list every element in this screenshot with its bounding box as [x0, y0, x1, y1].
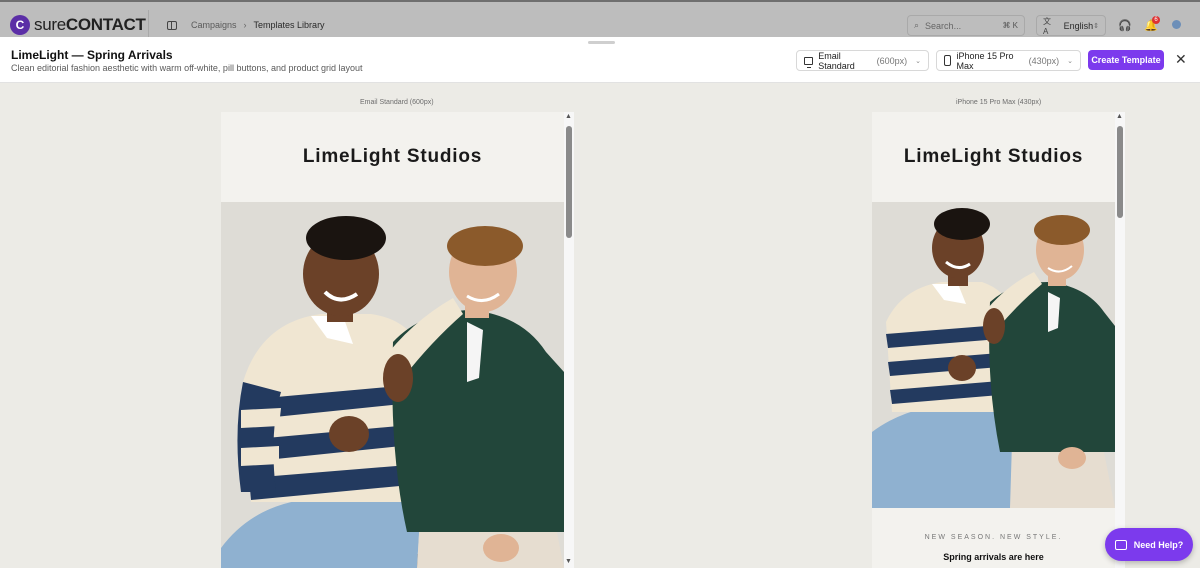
chevron-down-icon: ⌄ — [915, 57, 921, 65]
language-label: English — [1063, 20, 1094, 31]
divider — [148, 10, 149, 37]
email-width-select[interactable]: Email Standard (600px) ⌄ — [796, 50, 929, 71]
search-placeholder: Search... — [925, 20, 962, 31]
chat-icon — [1114, 539, 1127, 550]
email-brand-header: LimeLight Studios — [872, 112, 1115, 202]
search-input[interactable]: ⌕ Search... ⌘ K — [907, 15, 1025, 36]
template-title: LimeLight — Spring Arrivals — [11, 48, 173, 62]
scroll-down-icon[interactable]: ▼ — [565, 558, 572, 565]
breadcrumb-templates-library[interactable]: Templates Library — [254, 20, 325, 30]
brand-name: LimeLight Studios — [903, 146, 1084, 167]
breadcrumb-campaigns[interactable]: Campaigns — [191, 20, 237, 30]
email-brand-header: LimeLight Studios — [221, 112, 564, 202]
desktop-preview-label: Email Standard (600px) — [360, 99, 434, 106]
mobile-preview-label: iPhone 15 Pro Max (430px) — [956, 99, 1042, 106]
logo-mark-icon: C — [10, 15, 30, 35]
notification-badge: 6 — [1152, 16, 1160, 24]
brand-name: LimeLight Studios — [302, 146, 483, 167]
close-icon[interactable]: ✕ — [1175, 51, 1187, 68]
template-description: Clean editorial fashion aesthetic with w… — [11, 63, 363, 73]
hero-text-block: NEW SEASON. NEW STYLE. Spring arrivals a… — [872, 508, 1115, 568]
language-select[interactable]: 文A English ⇕ — [1036, 15, 1106, 36]
create-template-button[interactable]: Create Template — [1088, 50, 1164, 70]
app-logo[interactable]: C sureCONTACT — [10, 15, 146, 35]
scroll-up-icon[interactable]: ▲ — [1116, 113, 1123, 120]
scroll-thumb[interactable] — [1117, 126, 1123, 218]
logo-text: sureCONTACT — [34, 15, 146, 34]
sidebar-toggle-icon[interactable] — [167, 20, 177, 30]
desktop-scrollbar[interactable]: ▲ ▼ — [564, 112, 574, 568]
drag-handle[interactable] — [588, 41, 615, 44]
email-width-label: Email Standard — [818, 50, 855, 71]
scroll-thumb[interactable] — [566, 126, 572, 238]
template-preview-header: LimeLight — Spring Arrivals Clean editor… — [0, 37, 1200, 83]
need-help-button[interactable]: Need Help? — [1105, 528, 1193, 561]
hero-headline: Spring arrivals are here — [943, 552, 1044, 562]
device-select[interactable]: iPhone 15 Pro Max (430px) ⌄ — [936, 50, 1081, 71]
search-shortcut: ⌘ K — [1002, 21, 1018, 30]
breadcrumb-separator: › — [243, 20, 247, 30]
avatar[interactable] — [1172, 20, 1181, 29]
desktop-email-preview[interactable]: LimeLight Studios — [221, 112, 564, 568]
search-icon: ⌕ — [914, 20, 920, 30]
hero-image — [221, 202, 564, 568]
hero-image — [872, 202, 1115, 508]
app-top-bar: C sureCONTACT Campaigns › Templates Libr… — [0, 0, 1200, 37]
device-label: iPhone 15 Pro Max — [956, 50, 1014, 71]
need-help-label: Need Help? — [1133, 539, 1184, 550]
device-size: (430px) — [1028, 55, 1060, 66]
hero-kicker: NEW SEASON. NEW STYLE. — [924, 534, 1063, 541]
chevron-updown-icon: ⇕ — [1093, 22, 1099, 30]
headset-icon[interactable]: 🎧 — [1118, 19, 1132, 32]
chevron-down-icon: ⌄ — [1067, 57, 1073, 65]
translate-icon: 文A — [1043, 16, 1051, 36]
mobile-email-preview[interactable]: LimeLight Studios NEW SEASON. NEW STYLE.… — [872, 112, 1115, 568]
scroll-up-icon[interactable]: ▲ — [565, 113, 572, 120]
mobile-scrollbar[interactable]: ▲ — [1115, 112, 1125, 568]
phone-icon — [944, 55, 951, 66]
hero-photo-illustration — [221, 202, 564, 568]
breadcrumb: Campaigns › Templates Library — [167, 20, 325, 30]
email-width-size: (600px) — [876, 55, 908, 66]
monitor-icon — [804, 56, 814, 68]
hero-photo-illustration — [872, 202, 1115, 508]
